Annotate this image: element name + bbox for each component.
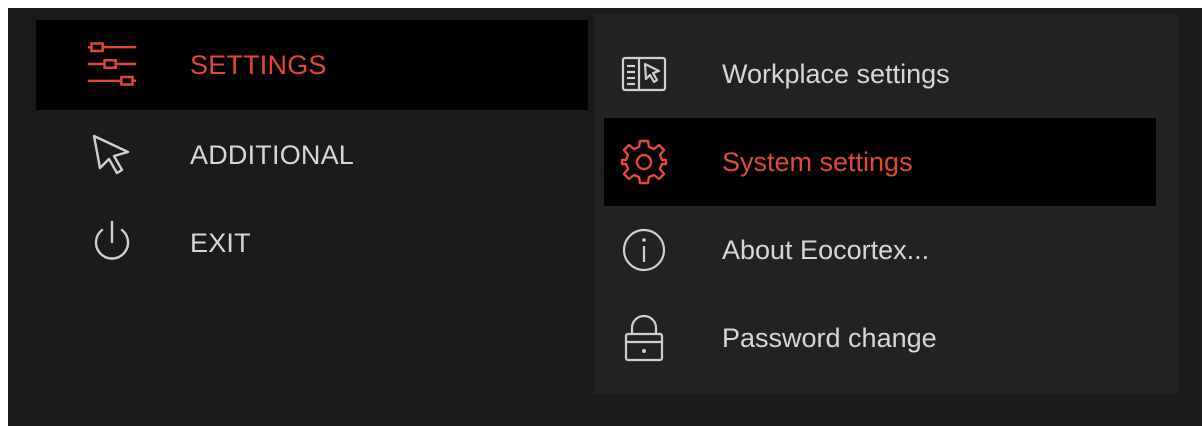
main-menu-label-settings: SETTINGS <box>190 49 327 80</box>
power-icon <box>84 214 140 270</box>
sliders-icon <box>84 36 140 92</box>
submenu-label-password-change: Password change <box>722 322 937 353</box>
submenu-item-about[interactable]: About Eocortex... <box>604 206 1156 294</box>
main-menu-label-exit: EXIT <box>190 227 251 258</box>
submenu-label-workplace-settings: Workplace settings <box>722 58 950 89</box>
main-menu-item-settings[interactable]: SETTINGS <box>36 20 588 110</box>
cursor-icon <box>84 126 140 182</box>
lock-icon <box>618 312 670 364</box>
submenu-item-system-settings[interactable]: System settings <box>604 118 1156 206</box>
submenu-label-system-settings: System settings <box>722 146 913 177</box>
workplace-icon <box>618 48 670 100</box>
main-menu-item-additional[interactable]: ADDITIONAL <box>36 110 588 200</box>
gear-icon <box>618 136 670 188</box>
info-icon <box>618 224 670 276</box>
submenu-item-password-change[interactable]: Password change <box>604 294 1156 382</box>
main-menu-item-exit[interactable]: EXIT <box>36 198 588 288</box>
submenu-label-about: About Eocortex... <box>722 234 930 265</box>
main-menu-label-additional: ADDITIONAL <box>190 139 355 170</box>
submenu-item-workplace-settings[interactable]: Workplace settings <box>604 30 1156 118</box>
